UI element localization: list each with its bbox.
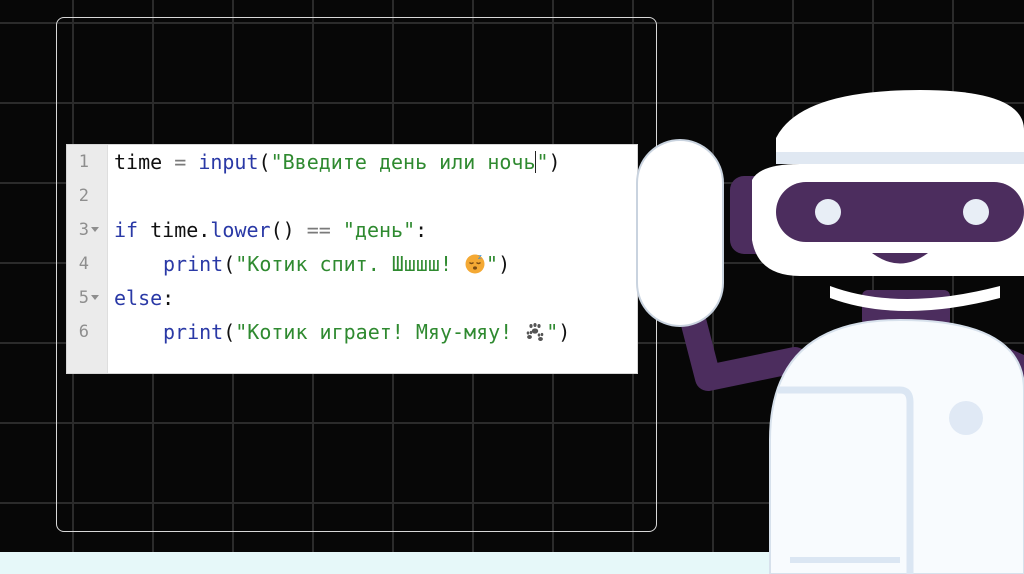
code-line[interactable]: 2 bbox=[67, 179, 637, 213]
code-line[interactable]: 4 print("Котик спит. Шшшш! z ") bbox=[67, 247, 637, 281]
code-editor[interactable]: 1 time = input("Введите день или ночь") … bbox=[66, 144, 638, 374]
fold-arrow-icon[interactable] bbox=[91, 227, 99, 232]
code-text[interactable]: time = input("Введите день или ночь") bbox=[114, 145, 561, 179]
line-number: 5 bbox=[78, 288, 89, 308]
robot-head bbox=[730, 90, 1024, 311]
code-text[interactable]: print("Котик играет! Мяу-мяу! ") bbox=[163, 315, 570, 349]
svg-text:z: z bbox=[478, 253, 482, 261]
sleeping-face-icon: z bbox=[465, 253, 485, 274]
line-number: 1 bbox=[78, 152, 89, 172]
line-number: 4 bbox=[78, 254, 89, 274]
code-line[interactable]: 1 time = input("Введите день или ночь") bbox=[67, 145, 637, 179]
code-text[interactable]: if time.lower() == "день": bbox=[114, 213, 427, 247]
code-line[interactable]: 3 if time.lower() == "день": bbox=[67, 213, 637, 247]
robot-body bbox=[769, 318, 1024, 574]
line-number: 2 bbox=[78, 186, 89, 206]
robot-mascot-illustration bbox=[636, 90, 1024, 574]
line-number: 3 bbox=[78, 220, 89, 240]
fold-arrow-icon[interactable] bbox=[91, 295, 99, 300]
code-text[interactable]: else: bbox=[114, 281, 174, 315]
paw-prints-icon bbox=[526, 323, 544, 341]
code-line[interactable]: 6 print("Котик играет! Мяу-мяу! ") bbox=[67, 315, 637, 349]
code-line[interactable]: 5 else: bbox=[67, 281, 637, 315]
code-text[interactable]: print("Котик спит. Шшшш! z ") bbox=[163, 247, 510, 281]
line-number: 6 bbox=[78, 322, 89, 342]
